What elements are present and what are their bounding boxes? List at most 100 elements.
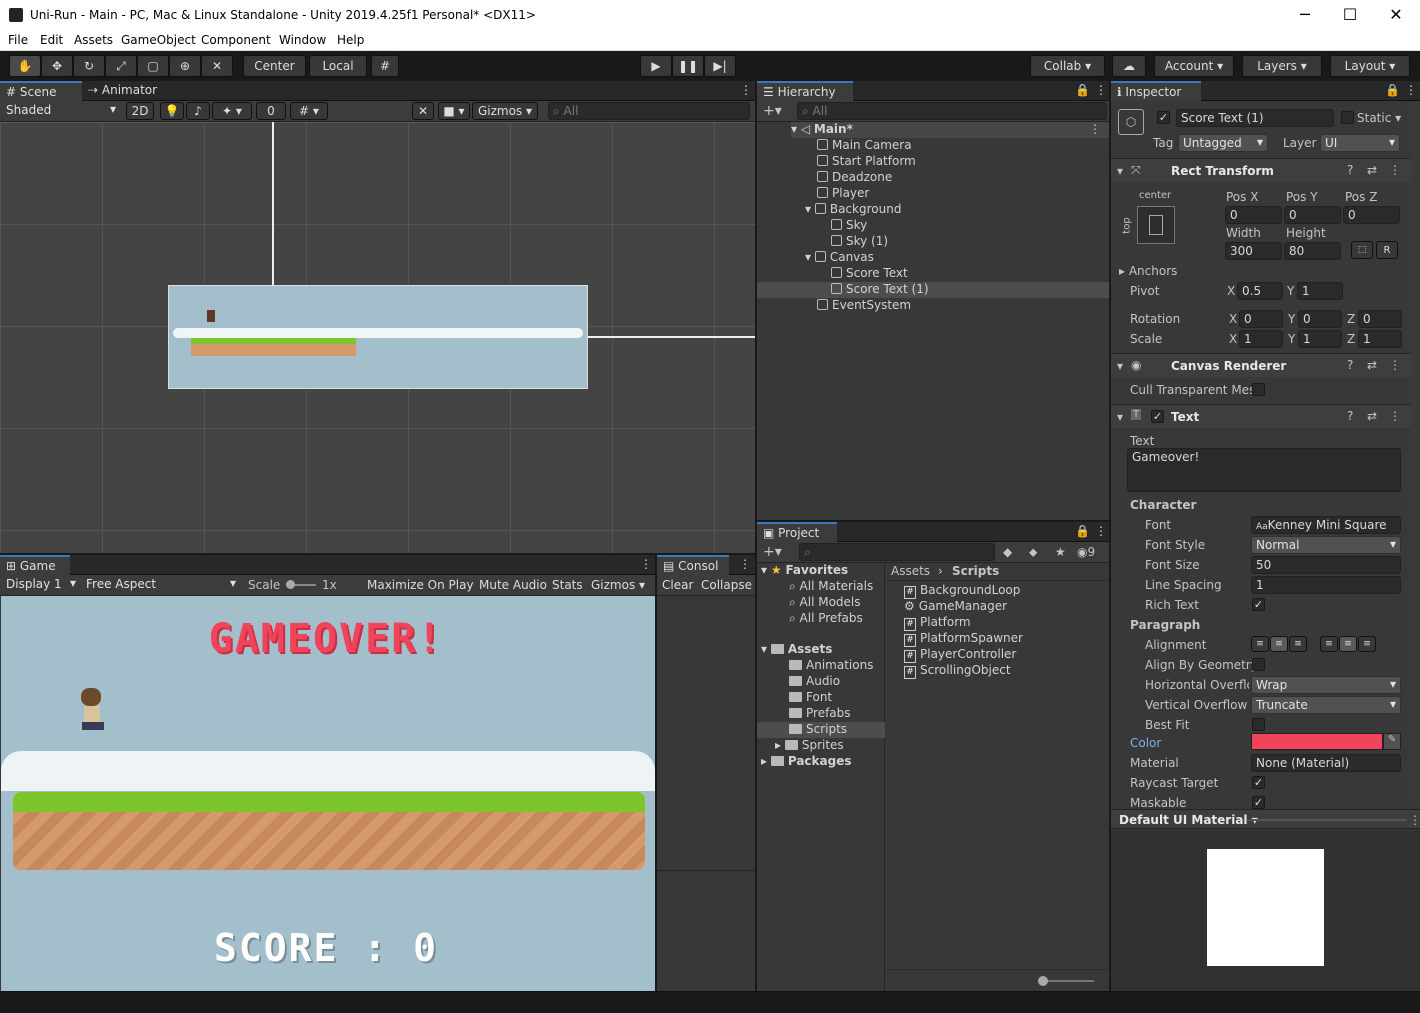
fav-all-prefabs[interactable]: ⌕ All Prefabs: [789, 611, 863, 627]
layers-dropdown[interactable]: Layers ▾: [1242, 55, 1322, 77]
packages-folder[interactable]: ▸ Packages: [761, 754, 851, 770]
tab-hierarchy[interactable]: ☰ Hierarchy: [757, 81, 853, 101]
material-object-field[interactable]: None (Material): [1251, 754, 1401, 772]
folder-font[interactable]: Font: [789, 690, 832, 706]
posy-field[interactable]: 0: [1284, 206, 1341, 224]
hand-tool-icon[interactable]: ✋: [9, 55, 41, 77]
breadcrumb-scripts[interactable]: Scripts: [952, 564, 999, 578]
tab-project[interactable]: ▣ Project: [757, 522, 837, 542]
preview-menu-icon[interactable]: ⋮: [1409, 813, 1420, 827]
hierarchy-menu-icon[interactable]: ⋮: [1089, 81, 1113, 101]
align-bottom-icon[interactable]: ≡: [1358, 636, 1376, 652]
hierarchy-add-button[interactable]: +▾: [763, 103, 782, 119]
grid-icon[interactable]: # ▾: [290, 102, 328, 120]
help-icon[interactable]: ?: [1347, 358, 1353, 372]
canvas-renderer-header[interactable]: ▾ ◉ Canvas Renderer ? ⇄ ⋮: [1111, 353, 1411, 377]
color-swatch[interactable]: [1251, 733, 1383, 750]
hierarchy-item-score-text[interactable]: Score Text: [831, 266, 908, 282]
lighting-icon[interactable]: 💡: [160, 102, 184, 120]
step-button[interactable]: ▶|: [704, 55, 736, 77]
hidden-packages-icon[interactable]: ◉9: [1077, 545, 1095, 559]
align-top-icon[interactable]: ≡: [1320, 636, 1338, 652]
tab-animator[interactable]: ⇢ Animator: [82, 81, 163, 101]
text-area[interactable]: Gameover!: [1127, 448, 1401, 492]
foldout-arrow-icon[interactable]: ▾: [1117, 410, 1123, 424]
file-platform-spawner[interactable]: # PlatformSpawner: [904, 631, 1023, 647]
fav-all-materials[interactable]: ⌕ All Materials: [789, 579, 873, 595]
scale-tool-icon[interactable]: ⤢: [105, 55, 137, 77]
font-object-field[interactable]: AaKenney Mini Square: [1251, 516, 1401, 534]
menu-file[interactable]: File: [8, 33, 28, 47]
effects-icon[interactable]: ✦ ▾: [212, 102, 252, 120]
posx-field[interactable]: 0: [1225, 206, 1282, 224]
tag-dropdown[interactable]: Untagged: [1178, 134, 1268, 152]
font-style-dropdown[interactable]: Normal: [1251, 536, 1401, 554]
material-preview-dropdown[interactable]: Default UI Material ▾: [1119, 813, 1258, 827]
hierarchy-item-sky-1[interactable]: Sky (1): [831, 234, 888, 250]
cloud-icon[interactable]: ☁: [1112, 55, 1146, 77]
eyedropper-icon[interactable]: ✎: [1383, 733, 1401, 750]
tab-inspector[interactable]: ℹ Inspector: [1111, 81, 1201, 101]
rect-tool-icon[interactable]: ▢: [137, 55, 169, 77]
scene-row-menu-icon[interactable]: ⋮: [1089, 122, 1101, 136]
camera-icon[interactable]: ■ ▾: [438, 102, 470, 120]
foldout-arrow-icon[interactable]: ▾: [1117, 164, 1123, 178]
pivot-x-field[interactable]: 0.5: [1237, 282, 1283, 300]
aspect-dropdown[interactable]: Free Aspect: [82, 576, 240, 594]
hierarchy-item-eventsystem[interactable]: EventSystem: [817, 298, 911, 314]
help-icon[interactable]: ?: [1347, 409, 1353, 423]
layer-dropdown[interactable]: UI: [1320, 134, 1400, 152]
hierarchy-item-deadzone[interactable]: Deadzone: [817, 170, 892, 186]
hierarchy-item-score-text-1[interactable]: Score Text (1): [757, 282, 1109, 298]
console-clear-button[interactable]: Clear: [662, 578, 693, 592]
best-fit-checkbox[interactable]: [1252, 718, 1265, 731]
hierarchy-scene-row[interactable]: ▾ ◁ Main* ⋮: [791, 122, 1109, 138]
align-right-icon[interactable]: ≡: [1289, 636, 1307, 652]
text-component-header[interactable]: ▾ T ✓ Text ? ⇄ ⋮: [1111, 404, 1411, 428]
help-icon[interactable]: ?: [1347, 163, 1353, 177]
pause-button[interactable]: ❚❚: [672, 55, 704, 77]
pivot-local-button[interactable]: Local: [309, 55, 367, 77]
foldout-arrow-icon[interactable]: ▾: [1117, 359, 1123, 373]
presets-icon[interactable]: ⇄: [1367, 409, 1377, 423]
mode-2d-button[interactable]: 2D: [126, 102, 154, 120]
maskable-checkbox[interactable]: ✓: [1252, 796, 1265, 809]
anchors-foldout[interactable]: ▸ Anchors: [1119, 264, 1177, 278]
rotate-tool-icon[interactable]: ↻: [73, 55, 105, 77]
cull-transparent-checkbox[interactable]: [1252, 383, 1265, 396]
game-gizmos-dropdown[interactable]: Gizmos ▾: [591, 578, 645, 592]
assets-folder-header[interactable]: ▾ Assets: [761, 642, 832, 658]
material-preview-header[interactable]: Default UI Material ▾ ⋮: [1111, 809, 1420, 829]
minimize-button[interactable]: ─: [1293, 4, 1317, 26]
scene-search-input[interactable]: ⌕ All: [548, 102, 750, 120]
folder-audio[interactable]: Audio: [789, 674, 840, 690]
menu-assets[interactable]: Assets: [74, 33, 113, 47]
hierarchy-search-input[interactable]: ⌕ All: [797, 102, 1107, 120]
game-view[interactable]: GAMEOVER! SCORE : 0: [1, 596, 655, 991]
menu-component[interactable]: Component: [201, 33, 271, 47]
anchor-presets-button[interactable]: [1137, 206, 1175, 244]
file-player-controller[interactable]: # PlayerController: [904, 647, 1016, 663]
grid-snap-icon[interactable]: #: [371, 55, 399, 77]
vertical-overflow-dropdown[interactable]: Truncate: [1251, 696, 1401, 714]
inspector-scrollbar[interactable]: [1410, 103, 1418, 803]
raycast-target-checkbox[interactable]: ✓: [1252, 776, 1265, 789]
hidden-count[interactable]: 0: [256, 102, 286, 120]
folder-animations[interactable]: Animations: [789, 658, 873, 674]
mute-audio-toggle[interactable]: Mute Audio: [479, 578, 547, 592]
align-center-icon[interactable]: ≡: [1270, 636, 1288, 652]
rotation-z-field[interactable]: 0: [1358, 310, 1402, 328]
scale-x-field[interactable]: 1: [1239, 330, 1283, 348]
project-add-button[interactable]: +▾: [763, 544, 782, 560]
stats-toggle[interactable]: Stats: [552, 578, 583, 592]
horizontal-overflow-dropdown[interactable]: Wrap: [1251, 676, 1401, 694]
file-game-manager[interactable]: ⚙ GameManager: [904, 599, 1007, 615]
line-spacing-field[interactable]: 1: [1251, 576, 1401, 594]
static-checkbox[interactable]: [1341, 111, 1354, 124]
display-dropdown[interactable]: Display 1: [2, 576, 80, 594]
console-menu-icon[interactable]: ⋮: [733, 555, 757, 575]
favorite-star-icon[interactable]: ★: [1055, 545, 1066, 559]
pivot-y-field[interactable]: 1: [1297, 282, 1343, 300]
gizmos-dropdown[interactable]: Gizmos ▾: [472, 102, 538, 120]
audio-icon[interactable]: ♪: [186, 102, 210, 120]
